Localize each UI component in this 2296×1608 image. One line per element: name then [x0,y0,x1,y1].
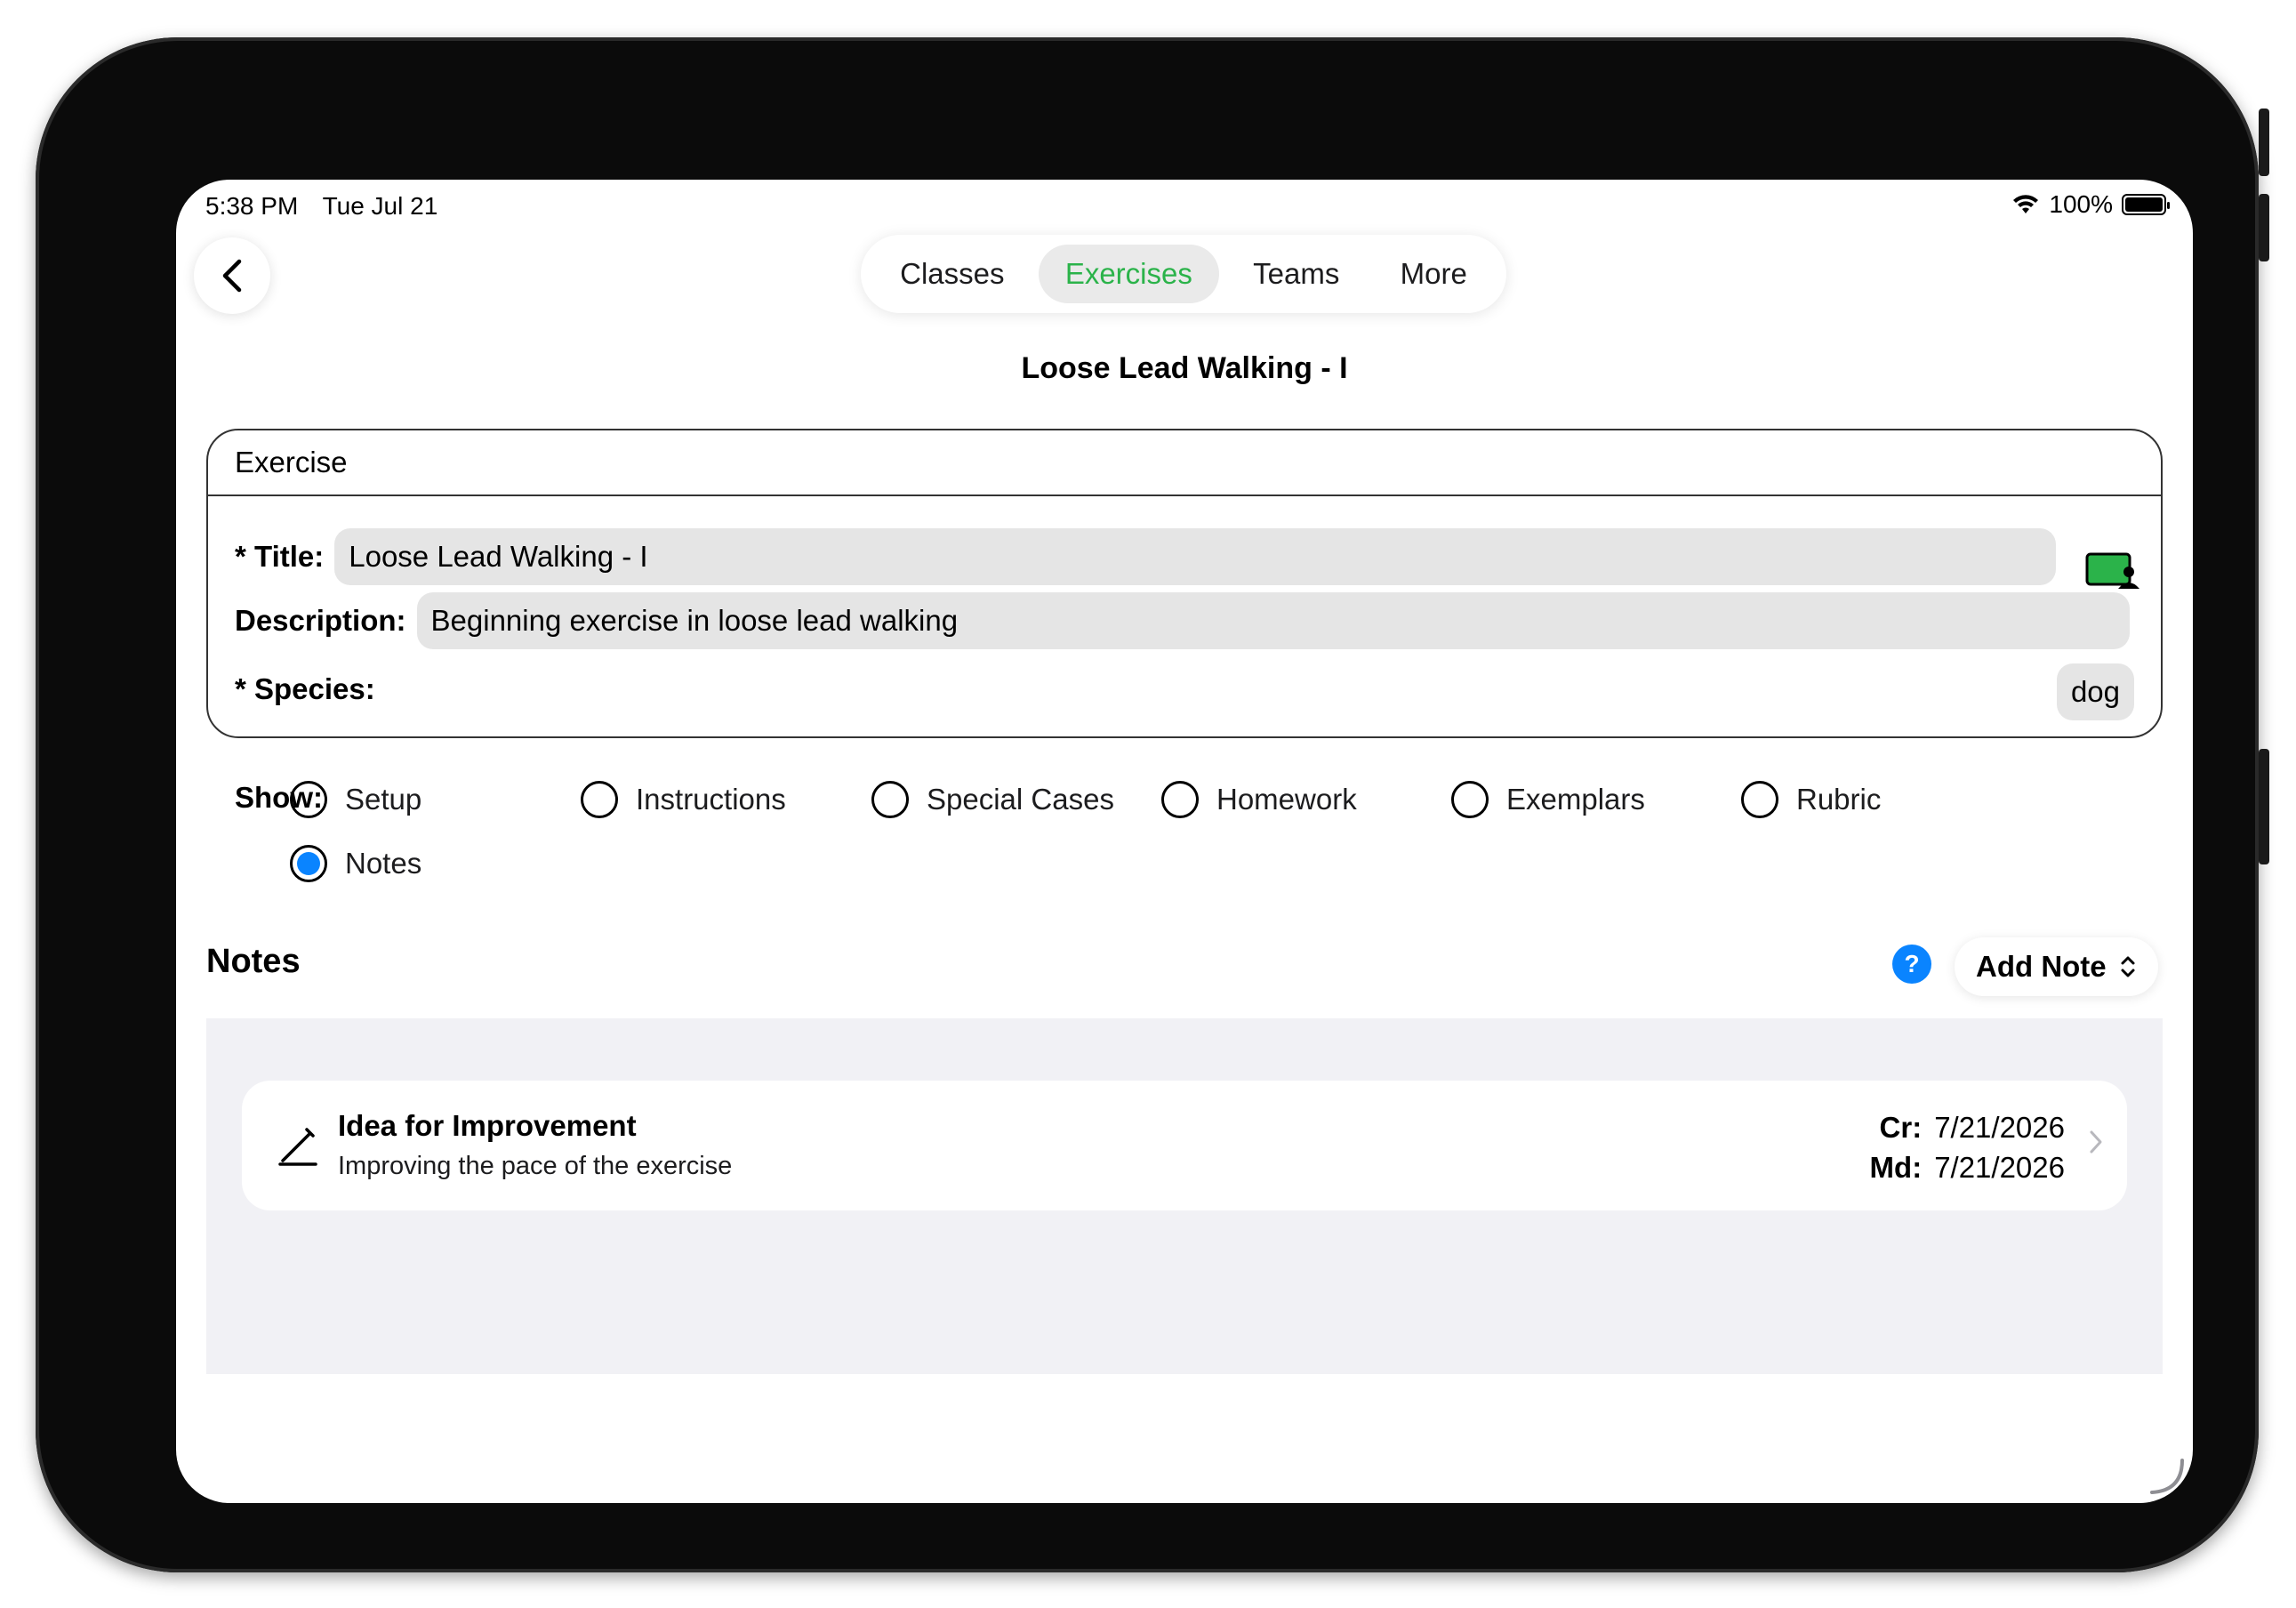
wifi-icon [2013,195,2039,213]
pencil-icon [278,1128,317,1166]
note-title: Idea for Improvement [338,1109,637,1142]
radio-circle [1161,781,1199,818]
power-button [2259,749,2269,864]
top-tab-bar: Classes Exercises Teams More [861,235,1506,313]
battery-icon [2122,194,2170,215]
chevron-left-icon [222,259,242,293]
volume-down-button [2259,194,2269,261]
created-date-row: Cr: 7/21/2026 [1870,1107,2065,1147]
exercise-card: Exercise * Title: Loose Lead Walking - I… [206,429,2163,738]
resize-corner-icon [2150,1459,2184,1494]
radio-label: Exemplars [1506,783,1645,816]
radio-label: Setup [345,783,422,816]
screen: 5:38 PM Tue Jul 21 100% Classes Exercise… [176,180,2193,1503]
add-note-button[interactable]: Add Note [1955,937,2158,996]
radio-special-cases[interactable]: Special Cases [871,781,1114,818]
tab-classes[interactable]: Classes [873,245,1031,303]
species-picker[interactable]: dog [2056,663,2134,720]
back-button[interactable] [194,237,270,314]
chevron-up-down-icon [2121,956,2135,977]
battery-percent: 100% [2049,190,2113,218]
note-subtitle: Improving the pace of the exercise [338,1152,733,1180]
radio-instructions[interactable]: Instructions [581,781,786,818]
created-label: Cr: [1879,1111,1923,1144]
tab-teams[interactable]: Teams [1226,245,1366,303]
radio-rubric[interactable]: Rubric [1741,781,1881,818]
volume-up-button [2259,109,2269,176]
modified-label: Md: [1869,1151,1923,1184]
note-row[interactable]: Idea for Improvement Improving the pace … [242,1081,2127,1210]
status-date: Tue Jul 21 [322,192,438,220]
species-label: * Species: [235,672,375,705]
tab-more[interactable]: More [1374,245,1494,303]
radio-circle-selected [290,845,327,882]
radio-notes[interactable]: Notes [290,845,421,882]
radio-circle [1741,781,1778,818]
created-date: 7/21/2026 [1934,1111,2065,1144]
description-label: Description: [235,604,406,637]
modified-date: 7/21/2026 [1934,1151,2065,1184]
radio-label: Instructions [636,783,786,816]
status-bar-left: 5:38 PM Tue Jul 21 [205,192,455,221]
help-button[interactable]: ? [1892,945,1931,984]
modified-date-row: Md: 7/21/2026 [1870,1147,2065,1187]
radio-circle [581,781,618,818]
device-frame: 5:38 PM Tue Jul 21 100% Classes Exercise… [36,37,2269,1572]
radio-label: Special Cases [927,783,1114,816]
exercise-card-header: Exercise [208,430,2161,496]
radio-setup[interactable]: Setup [290,781,421,818]
radio-circle [290,781,327,818]
radio-homework[interactable]: Homework [1161,781,1357,818]
status-bar-right: 100% [2011,190,2170,219]
notes-section-title: Notes [206,943,301,980]
description-row: Description: Beginning exercise in loose… [235,592,2130,649]
page-title: Loose Lead Walking - I [1021,351,1348,385]
radio-circle [871,781,909,818]
status-time: 5:38 PM [205,192,299,220]
notes-list: Idea for Improvement Improving the pace … [206,1018,2163,1374]
chevron-right-icon [2090,1130,2102,1154]
title-label: * Title: [235,540,325,573]
radio-circle [1451,781,1489,818]
note-dates: Cr: 7/21/2026 Md: 7/21/2026 [1870,1107,2065,1187]
video-person-icon[interactable] [2084,550,2141,591]
radio-exemplars[interactable]: Exemplars [1451,781,1645,818]
tab-exercises[interactable]: Exercises [1038,245,1219,303]
radio-label: Notes [345,847,422,880]
title-row: * Title: Loose Lead Walking - I [235,528,2057,585]
species-row: * Species: [235,672,375,706]
radio-label: Rubric [1796,783,1882,816]
add-note-label: Add Note [1976,950,2107,983]
radio-label: Homework [1216,783,1357,816]
description-field[interactable]: Beginning exercise in loose lead walking [416,592,2130,649]
title-field[interactable]: Loose Lead Walking - I [334,528,2057,585]
